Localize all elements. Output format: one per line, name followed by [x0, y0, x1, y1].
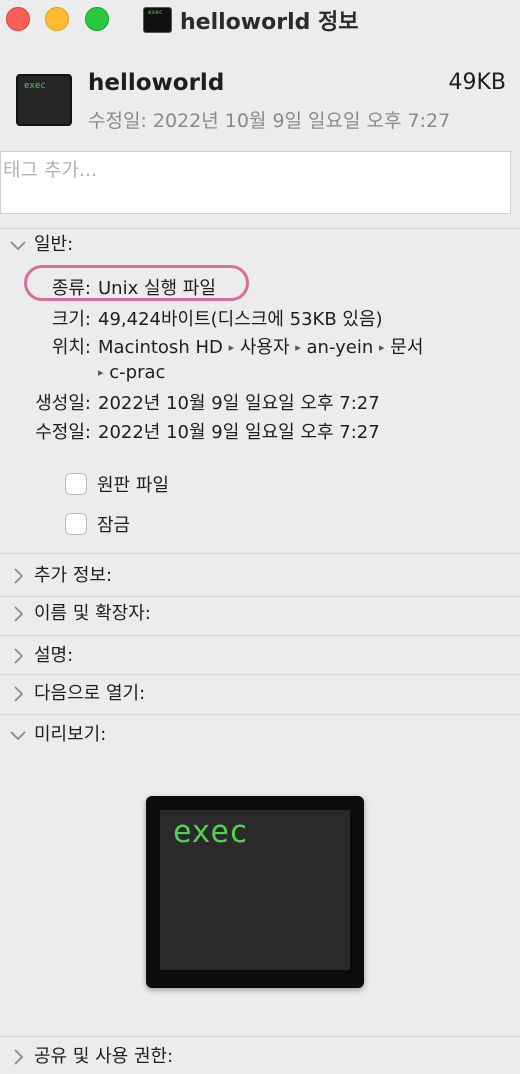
icon-label: exec [24, 81, 46, 91]
section-sharing[interactable]: 공유 및 사용 권한: [0, 1040, 520, 1074]
path-separator-icon: ▸ [228, 341, 235, 354]
file-name: helloworld [88, 70, 225, 96]
created-label: 생성일: [35, 393, 91, 414]
minimize-button[interactable] [45, 7, 69, 31]
section-divider [0, 674, 520, 675]
section-preview[interactable]: 미리보기: [0, 718, 520, 752]
title-bar: exec helloworld 정보 [0, 0, 520, 40]
section-label: 설명: [34, 645, 74, 666]
section-divider [0, 714, 520, 715]
chevron-down-icon[interactable] [8, 718, 28, 752]
chevron-right-icon[interactable] [8, 1040, 28, 1074]
tags-field[interactable] [0, 151, 511, 214]
section-label: 일반: [34, 234, 74, 255]
section-divider [0, 1036, 520, 1037]
section-label: 이름 및 확장자: [34, 603, 151, 624]
chevron-right-icon[interactable] [8, 559, 28, 593]
chevron-right-icon[interactable] [8, 597, 28, 631]
where-label: 위치: [51, 337, 91, 358]
stationery-label: 원판 파일 [97, 475, 169, 496]
chevron-right-icon[interactable] [8, 639, 28, 673]
path-component[interactable]: Macintosh HD [98, 337, 223, 358]
terminal-screen: exec [160, 810, 350, 970]
modified-date: 수정일: 2022년 10월 9일 일요일 오후 7:27 [88, 110, 451, 132]
kind-value: Unix 실행 파일 [98, 278, 216, 299]
exec-file-icon: exec [143, 7, 172, 33]
close-button[interactable] [6, 7, 30, 31]
path-separator-icon: ▸ [379, 341, 385, 354]
stationery-checkbox[interactable] [65, 473, 87, 495]
locked-label: 잠금 [97, 515, 131, 536]
maximize-button[interactable] [85, 7, 109, 31]
section-open-with[interactable]: 다음으로 열기: [0, 677, 520, 711]
section-comments[interactable]: 설명: [0, 639, 520, 673]
chevron-down-icon[interactable] [8, 228, 28, 262]
locked-checkbox[interactable] [65, 513, 87, 535]
window-title: helloworld 정보 [180, 10, 359, 35]
preview-image: exec [146, 796, 364, 988]
path-component[interactable]: 문서 [390, 337, 423, 358]
path-line-2: ▸ c-prac [98, 362, 165, 383]
path-component[interactable]: c-prac [109, 362, 165, 383]
icon-label: exec [148, 9, 163, 16]
section-label: 다음으로 열기: [34, 683, 146, 704]
section-more-info[interactable]: 추가 정보: [0, 559, 520, 593]
path-component[interactable]: an-yein [307, 337, 374, 358]
exec-file-icon: exec [16, 74, 72, 126]
path-component[interactable]: 사용자 [240, 337, 290, 358]
section-label: 미리보기: [34, 724, 107, 745]
section-label: 공유 및 사용 권한: [34, 1046, 174, 1067]
file-size: 49KB [448, 70, 506, 95]
section-general[interactable]: 일반: [0, 228, 520, 262]
tags-input[interactable] [1, 158, 505, 182]
chevron-right-icon[interactable] [8, 677, 28, 711]
preview-label: exec [173, 814, 248, 850]
kind-label: 종류: [51, 278, 91, 299]
path-separator-icon: ▸ [295, 341, 301, 354]
path-separator-icon: ▸ [98, 366, 104, 379]
created-value: 2022년 10월 9일 일요일 오후 7:27 [98, 393, 380, 414]
modified-label: 수정일: [35, 422, 91, 443]
section-name-extension[interactable]: 이름 및 확장자: [0, 597, 520, 631]
size-label: 크기: [51, 309, 91, 330]
modified-value: 2022년 10월 9일 일요일 오후 7:27 [98, 422, 380, 443]
path-line-1: Macintosh HD ▸ 사용자 ▸ an-yein ▸ 문서 [98, 333, 423, 359]
section-divider [0, 553, 520, 554]
section-label: 추가 정보: [34, 565, 113, 586]
size-value: 49,424바이트(디스크에 53KB 있음) [98, 309, 383, 330]
section-divider [0, 635, 520, 636]
